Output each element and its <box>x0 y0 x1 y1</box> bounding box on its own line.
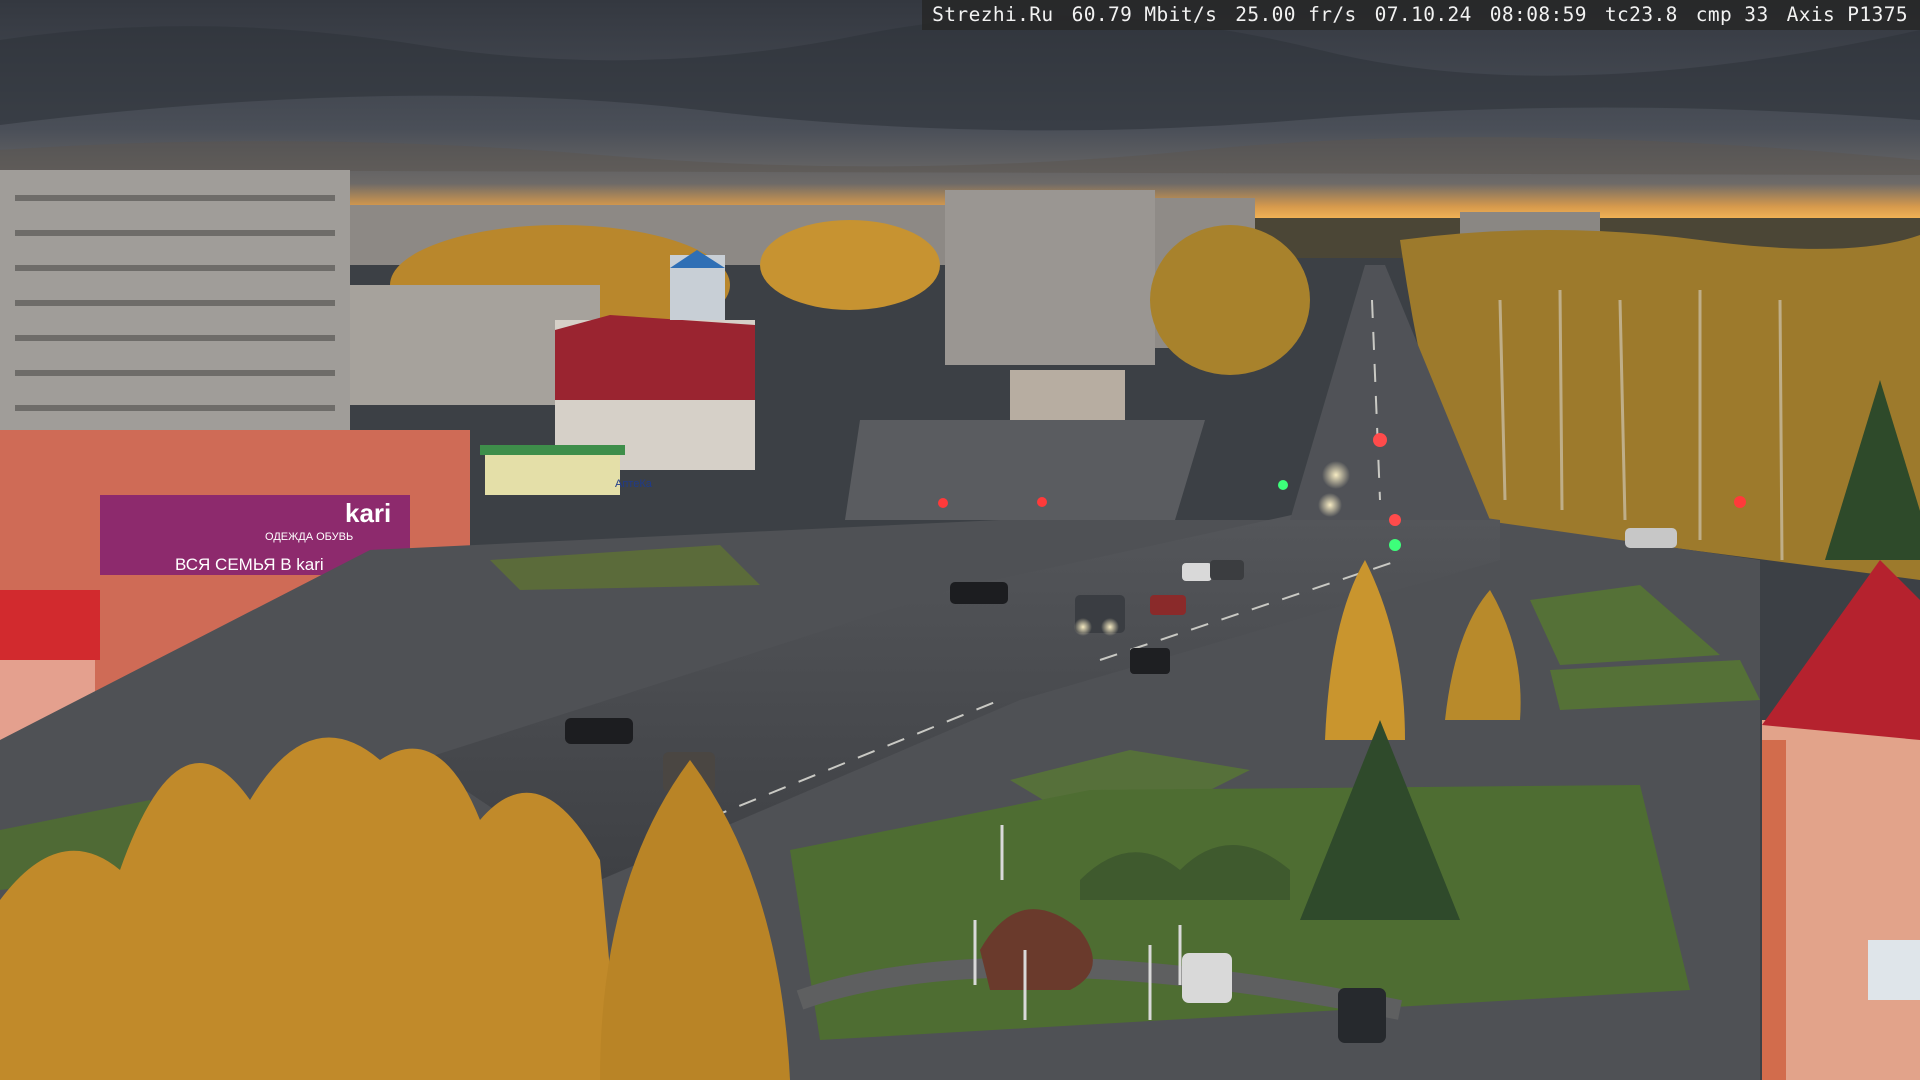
foreground-building-pillar <box>1762 740 1786 1080</box>
webcam-view: АптеКа kari ВСЯ СЕМЬЯ В kari ОДЕЖДА ОБУВ… <box>0 0 1920 1080</box>
shopping-center-canopy <box>0 590 100 660</box>
store-logo: kari <box>345 498 391 528</box>
bitrate: 60.79 Mbit/s <box>1071 3 1218 26</box>
low-pavilion <box>1010 370 1125 420</box>
store-small-text: ОДЕЖДА ОБУВЬ <box>265 531 353 543</box>
tc-value: tc23.8 <box>1604 3 1678 26</box>
trees-mid-center <box>760 220 940 310</box>
kiosk <box>485 450 620 495</box>
foreground-building-roof <box>1762 560 1920 740</box>
camera-info-overlay: Strezhi.Ru 60.79 Mbit/s 25.00 fr/s 07.10.24… <box>922 0 1920 30</box>
framerate: 25.00 fr/s <box>1235 3 1357 26</box>
cmp-value: cmp 33 <box>1695 3 1769 26</box>
webcam-frame: АптеКа kari ВСЯ СЕМЬЯ В kari ОДЕЖДА ОБУВ… <box>0 0 1920 1080</box>
parking-lot <box>845 420 1205 520</box>
camera-model: Axis P1375 <box>1786 3 1908 26</box>
store-banner-text: ВСЯ СЕМЬЯ В kari <box>175 555 324 574</box>
site-name: Strezhi.Ru <box>932 3 1054 26</box>
kiosk-roof <box>480 445 625 455</box>
kiosk-sign: АптеКа <box>615 478 653 490</box>
date: 07.10.24 <box>1374 3 1472 26</box>
foreground-window <box>1868 940 1920 1000</box>
red-roof <box>555 315 755 400</box>
tall-building-center <box>945 190 1155 365</box>
time: 08:08:59 <box>1489 3 1587 26</box>
trees-center-right <box>1150 225 1310 375</box>
